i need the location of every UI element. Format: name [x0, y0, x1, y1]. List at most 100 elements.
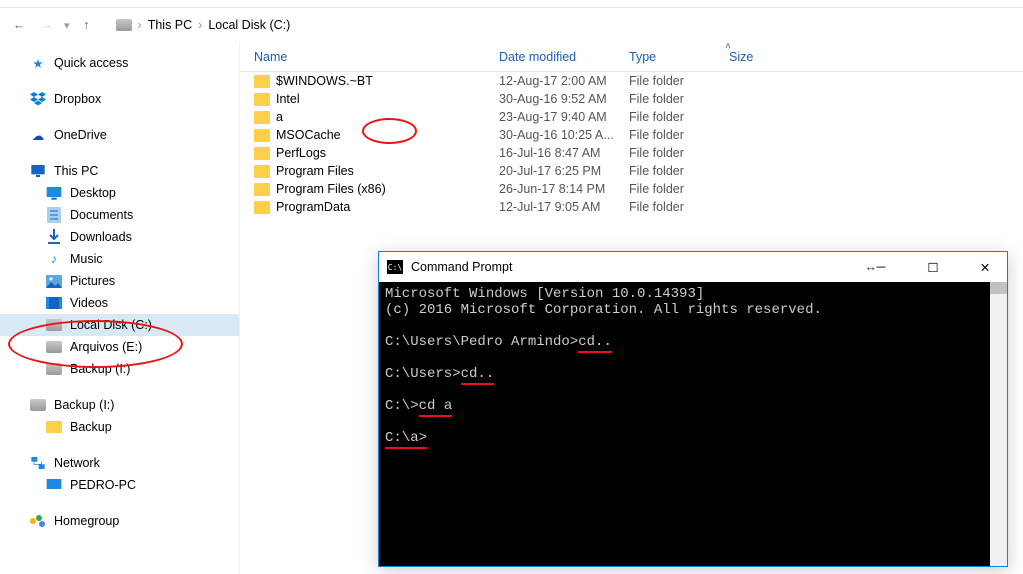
window-titlebar[interactable]: C:\ Command Prompt ↔ ─ ☐ ✕ — [379, 252, 1007, 282]
sidebar-label: Videos — [70, 296, 108, 310]
file-row[interactable]: a 23-Aug-17 9:40 AMFile folder — [240, 108, 1023, 126]
scrollbar-thumb[interactable] — [990, 282, 1007, 294]
file-row[interactable]: ProgramData12-Jul-17 9:05 AMFile folder — [240, 198, 1023, 216]
sidebar-documents[interactable]: Documents — [0, 204, 239, 226]
file-type: File folder — [629, 128, 729, 142]
sidebar-label: Backup (I:) — [54, 398, 114, 412]
command-prompt-window[interactable]: C:\ Command Prompt ↔ ─ ☐ ✕ Microsoft Win… — [378, 251, 1008, 567]
sidebar-backup-i[interactable]: Backup (I:) — [0, 358, 239, 380]
sidebar-downloads[interactable]: Downloads — [0, 226, 239, 248]
sidebar-network[interactable]: Network — [0, 452, 239, 474]
file-type: File folder — [629, 92, 729, 106]
network-icon — [30, 455, 46, 471]
breadcrumb-localc[interactable]: Local Disk (C:) — [208, 18, 290, 32]
sidebar-quick-access[interactable]: ★ Quick access — [0, 52, 239, 74]
file-type: File folder — [629, 146, 729, 160]
file-name: Program Files (x86) — [276, 182, 386, 196]
folder-icon — [254, 93, 270, 106]
sidebar-pedropc[interactable]: PEDRO-PC — [0, 474, 239, 496]
file-type: File folder — [629, 74, 729, 88]
homegroup-icon — [30, 513, 46, 529]
back-button[interactable]: ← — [8, 18, 30, 32]
folder-icon — [254, 183, 270, 196]
file-row[interactable]: Intel 30-Aug-16 9:52 AMFile folder — [240, 90, 1023, 108]
file-date: 30-Aug-16 10:25 A... — [499, 128, 629, 142]
cmd-icon: C:\ — [387, 260, 403, 274]
monitor-icon — [30, 163, 46, 179]
file-date: 30-Aug-16 9:52 AM — [499, 92, 629, 106]
sidebar-label: Downloads — [70, 230, 132, 244]
terminal-command: cd a — [419, 398, 453, 417]
file-row[interactable]: Program Files20-Jul-17 6:25 PMFile folde… — [240, 162, 1023, 180]
sidebar-label: Network — [54, 456, 100, 470]
file-date: 23-Aug-17 9:40 AM — [499, 110, 629, 124]
file-type: File folder — [629, 200, 729, 214]
terminal-prompt: C:\Users\Pedro Armindo> — [385, 334, 578, 350]
sidebar-homegroup[interactable]: Homegroup — [0, 510, 239, 532]
col-date[interactable]: Date modified — [499, 50, 629, 64]
recent-locations-dropdown[interactable]: ▾ — [64, 19, 70, 32]
forward-button[interactable]: → — [36, 18, 58, 32]
sidebar-localdisk-c[interactable]: Local Disk (C:) — [0, 314, 239, 336]
music-icon: ♪ — [46, 251, 62, 267]
maximize-button[interactable]: ☐ — [911, 252, 955, 282]
file-name: a — [276, 110, 283, 124]
sidebar-label: Pictures — [70, 274, 115, 288]
file-name: $WINDOWS.~BT — [276, 74, 373, 88]
breadcrumb-thispc[interactable]: This PC — [148, 18, 192, 32]
terminal-command: cd.. — [578, 334, 612, 353]
sidebar-label: Local Disk (C:) — [70, 318, 152, 332]
sidebar-arquivos-e[interactable]: Arquivos (E:) — [0, 336, 239, 358]
file-type: File folder — [629, 110, 729, 124]
col-size[interactable]: Size — [729, 50, 809, 64]
close-button[interactable]: ✕ — [963, 252, 1007, 282]
breadcrumb-separator: › — [198, 18, 202, 32]
dropbox-icon — [30, 91, 46, 107]
folder-icon — [254, 129, 270, 142]
file-row[interactable]: Program Files (x86)26-Jun-17 8:14 PMFile… — [240, 180, 1023, 198]
sidebar-backup-drive[interactable]: Backup (I:) — [0, 394, 239, 416]
sidebar-label: Backup — [70, 420, 112, 434]
desktop-icon — [46, 185, 62, 201]
sidebar-onedrive[interactable]: ☁ OneDrive — [0, 124, 239, 146]
terminal-line: Microsoft Windows [Version 10.0.14393] — [385, 286, 704, 302]
terminal-body[interactable]: Microsoft Windows [Version 10.0.14393] (… — [379, 282, 1007, 566]
sidebar-pictures[interactable]: Pictures — [0, 270, 239, 292]
file-date: 16-Jul-16 8:47 AM — [499, 146, 629, 160]
col-type[interactable]: Type — [629, 50, 729, 64]
sort-indicator-icon: ˄ — [725, 41, 731, 52]
sidebar-dropbox[interactable]: Dropbox — [0, 88, 239, 110]
file-name: Intel — [276, 92, 300, 106]
drive-icon — [46, 361, 62, 377]
address-bar: ← → ▾ ↑ › This PC › Local Disk (C:) — [0, 8, 1023, 42]
up-button[interactable]: ↑ — [76, 18, 98, 32]
sidebar-thispc[interactable]: This PC — [0, 160, 239, 182]
scrollbar[interactable] — [990, 282, 1007, 566]
monitor-icon — [46, 477, 62, 493]
sidebar-label: Arquivos (E:) — [70, 340, 142, 354]
sidebar-backup-folder[interactable]: Backup — [0, 416, 239, 438]
file-name: Program Files — [276, 164, 354, 178]
pictures-icon — [46, 273, 62, 289]
expand-icon: ↔ — [865, 260, 878, 274]
folder-icon — [254, 201, 270, 214]
file-row[interactable]: PerfLogs16-Jul-16 8:47 AMFile folder — [240, 144, 1023, 162]
sidebar-label: PEDRO-PC — [70, 478, 136, 492]
sidebar-desktop[interactable]: Desktop — [0, 182, 239, 204]
drive-icon — [116, 17, 132, 33]
drive-icon — [46, 339, 62, 355]
star-icon: ★ — [30, 55, 46, 71]
terminal-line: (c) 2016 Microsoft Corporation. All righ… — [385, 302, 822, 318]
sidebar-videos[interactable]: Videos — [0, 292, 239, 314]
breadcrumb-separator: › — [138, 18, 142, 32]
col-name[interactable]: Name — [254, 50, 499, 64]
videos-icon — [46, 295, 62, 311]
sidebar: ★ Quick access Dropbox ☁ OneDrive — [0, 42, 240, 574]
folder-icon — [254, 75, 270, 88]
file-row[interactable]: $WINDOWS.~BT12-Aug-17 2:00 AMFile folder — [240, 72, 1023, 90]
sidebar-music[interactable]: ♪ Music — [0, 248, 239, 270]
file-row[interactable]: MSOCache30-Aug-16 10:25 A...File folder — [240, 126, 1023, 144]
sidebar-label: Dropbox — [54, 92, 101, 106]
terminal-prompt: C:\> — [385, 398, 419, 414]
file-date: 12-Jul-17 9:05 AM — [499, 200, 629, 214]
